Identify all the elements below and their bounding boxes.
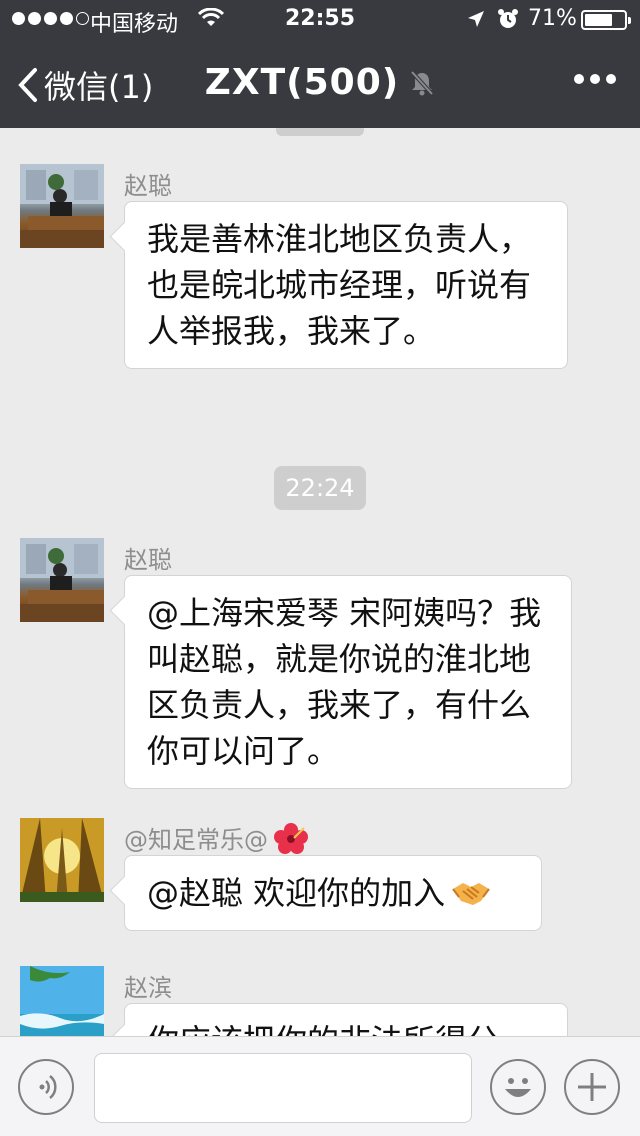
navigation-bar: 微信(1) ZXT(500) — [0, 40, 640, 128]
more-options-button[interactable] — [574, 74, 616, 84]
top-bar: 中国移动 22:55 71% 微信(1) ZXT(500) — [0, 0, 640, 128]
message-text: @上海宋爱琴 宋阿姨吗？我叫赵聪，就是你说的淮北地区负责人，我来了，有什么你可以… — [147, 594, 542, 770]
voice-wave-icon — [39, 1075, 57, 1099]
message-text: 我是善林淮北地区负责人，也是皖北城市经理，听说有人举报我，我来了。 — [147, 220, 532, 350]
message-text: @赵聪 欢迎你的加入 — [147, 870, 519, 916]
alarm-clock-icon — [498, 9, 518, 28]
sender-name-text: 赵滨 — [124, 974, 172, 1002]
time-divider: 22:24 — [274, 466, 366, 510]
more-actions-button[interactable] — [564, 1059, 620, 1115]
sender-name-text: 赵聪 — [124, 546, 172, 574]
more-dot-icon — [590, 74, 600, 84]
office-photo-icon — [20, 538, 104, 622]
sender-name-text: @知足常乐@ — [124, 826, 268, 854]
battery-percentage: 71% — [528, 6, 577, 31]
message-list[interactable]: 赵聪 我是善林淮北地区负责人，也是皖北城市经理，听说有人举报我，我来了。 22:… — [0, 128, 640, 1036]
sender-name: 赵聪 — [124, 540, 172, 575]
sender-name-text: 赵聪 — [124, 172, 172, 200]
time-divider-partial — [276, 128, 364, 136]
handshake-emoji-icon — [452, 883, 490, 905]
message-input[interactable] — [94, 1053, 472, 1123]
status-bar: 中国移动 22:55 71% — [0, 0, 640, 40]
avatar[interactable] — [20, 818, 104, 902]
hibiscus-emoji-icon — [274, 822, 308, 854]
emoji-button[interactable] — [490, 1059, 546, 1115]
avatar[interactable] — [20, 164, 104, 248]
message-bubble[interactable]: 你应该把你的非法所得分 — [124, 1003, 568, 1036]
beach-photo-icon — [20, 966, 104, 1036]
sender-name: 赵聪 — [124, 166, 172, 201]
office-photo-icon — [20, 164, 104, 248]
message-bubble[interactable]: @上海宋爱琴 宋阿姨吗？我叫赵聪，就是你说的淮北地区负责人，我来了，有什么你可以… — [124, 575, 572, 789]
message-bubble[interactable]: 我是善林淮北地区负责人，也是皖北城市经理，听说有人举报我，我来了。 — [124, 201, 568, 369]
sender-name: @知足常乐@ — [124, 820, 308, 855]
message-text: 你应该把你的非法所得分 — [147, 1018, 545, 1036]
chat-title-text: ZXT(500) — [204, 62, 400, 103]
smiley-face-icon — [505, 1078, 531, 1097]
message-bubble[interactable]: @赵聪 欢迎你的加入 — [124, 855, 542, 931]
avatar[interactable] — [20, 966, 104, 1036]
avatar[interactable] — [20, 538, 104, 622]
plus-icon — [578, 1073, 606, 1101]
more-dot-icon — [574, 74, 584, 84]
chat-title: ZXT(500) — [0, 62, 640, 103]
muted-bell-icon — [410, 70, 434, 95]
voice-input-button[interactable] — [18, 1059, 74, 1115]
more-dot-icon — [606, 74, 616, 84]
input-bar — [0, 1036, 640, 1136]
battery-icon — [581, 10, 631, 30]
location-arrow-icon — [468, 11, 484, 27]
trees-photo-icon — [20, 818, 104, 902]
sender-name: 赵滨 — [124, 968, 172, 1003]
message-text-content: @赵聪 欢迎你的加入 — [147, 874, 446, 912]
